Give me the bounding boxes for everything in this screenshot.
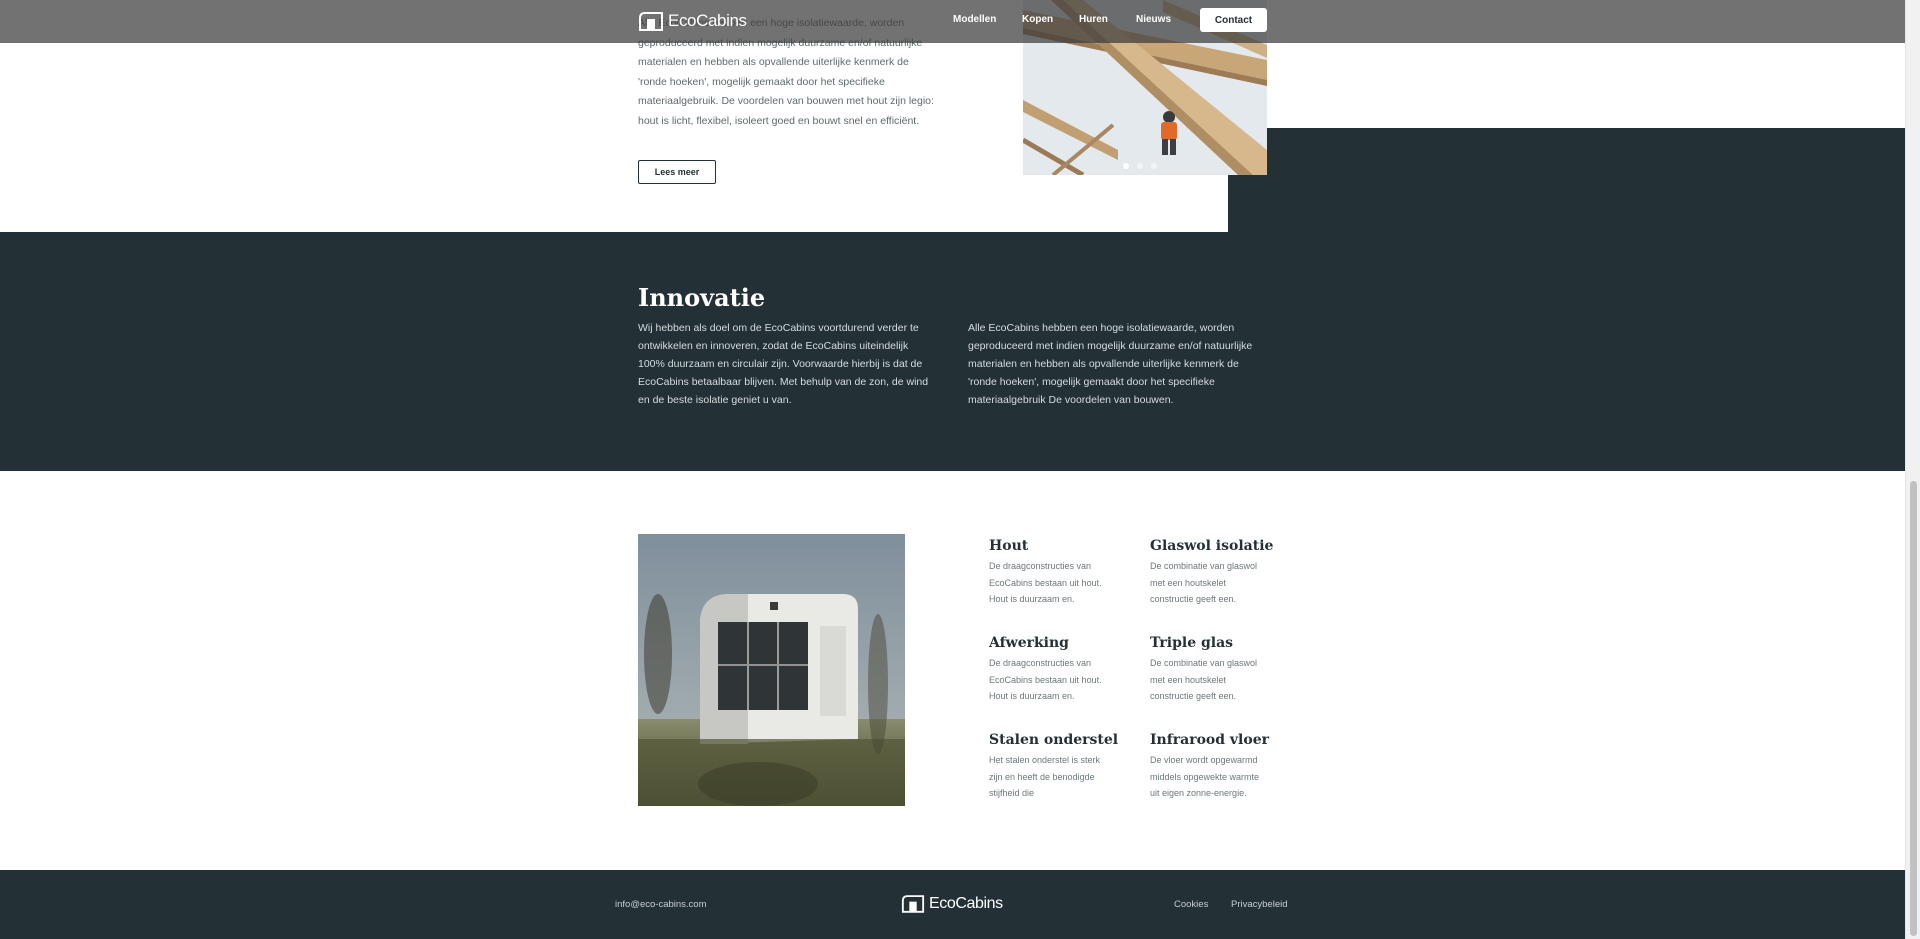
slider-dot-2[interactable]: [1137, 163, 1143, 169]
feature-text-infrarood-vloer: De vloer wordt opgewarmd middels opgewek…: [1150, 755, 1260, 798]
innovatie-title: Innovatie: [638, 283, 766, 312]
footer-link-privacybeleid[interactable]: Privacybeleid: [1231, 899, 1288, 910]
nav-kopen[interactable]: Kopen: [1022, 14, 1053, 25]
page-scrollbar[interactable]: [1905, 0, 1920, 939]
footer-logo[interactable]: EcoCabins: [901, 894, 1003, 913]
cabin-photo: [638, 534, 905, 806]
feature-title-afwerking: Afwerking: [989, 635, 1069, 651]
footer-brand: EcoCabins: [929, 894, 1003, 912]
innovatie-text-left: Wij hebben als doel om de EcoCabins voor…: [638, 322, 929, 406]
feature-text-glaswol: De combinatie van glaswol met een houtsk…: [1150, 561, 1258, 604]
cabin-illustration: [638, 534, 905, 806]
feature-title-hout: Hout: [989, 538, 1029, 554]
footer-link-cookies[interactable]: Cookies: [1174, 899, 1208, 910]
feature-title-glaswol: Glaswol isolatie: [1150, 538, 1274, 554]
feature-text-hout: De draagconstructies van EcoCabins besta…: [989, 561, 1102, 604]
feature-text-afwerking: De draagconstructies van EcoCabins besta…: [989, 658, 1102, 701]
innovatie-text-right: Alle EcoCabins hebben een hoge isolatiew…: [968, 322, 1253, 406]
header-logo[interactable]: EcoCabins: [638, 11, 747, 31]
feature-title-infrarood-vloer: Infrarood vloer: [1150, 732, 1269, 748]
nav-nieuws[interactable]: Nieuws: [1136, 14, 1171, 25]
scrollbar-thumb[interactable]: [1910, 481, 1917, 936]
cabin-logo-icon: [901, 895, 925, 913]
cabin-logo-icon: [639, 12, 663, 31]
contact-button[interactable]: Contact: [1200, 8, 1267, 32]
slider-dot-1[interactable]: [1123, 163, 1129, 169]
feature-text-triple-glas: De combinatie van glaswol met een houtsk…: [1150, 658, 1258, 701]
header-brand: EcoCabins: [668, 11, 747, 30]
footer-email-link[interactable]: info@eco-cabins.com: [615, 899, 707, 910]
slider-dot-3[interactable]: [1151, 163, 1157, 169]
lees-meer-button[interactable]: Lees meer: [638, 160, 716, 184]
nav-huren[interactable]: Huren: [1079, 14, 1108, 25]
feature-title-stalen-onderstel: Stalen onderstel: [989, 732, 1119, 748]
innovatie-section: [0, 232, 1905, 471]
site-header: EcoCabins Modellen Kopen Huren Nieuws Co…: [0, 0, 1905, 43]
dark-band-right: [1228, 128, 1905, 232]
slider-dots: [1123, 163, 1157, 169]
feature-text-stalen-onderstel: Het stalen onderstel is sterk zijn en he…: [989, 755, 1101, 798]
nav-modellen[interactable]: Modellen: [953, 14, 996, 25]
feature-title-triple-glas: Triple glas: [1150, 635, 1234, 651]
